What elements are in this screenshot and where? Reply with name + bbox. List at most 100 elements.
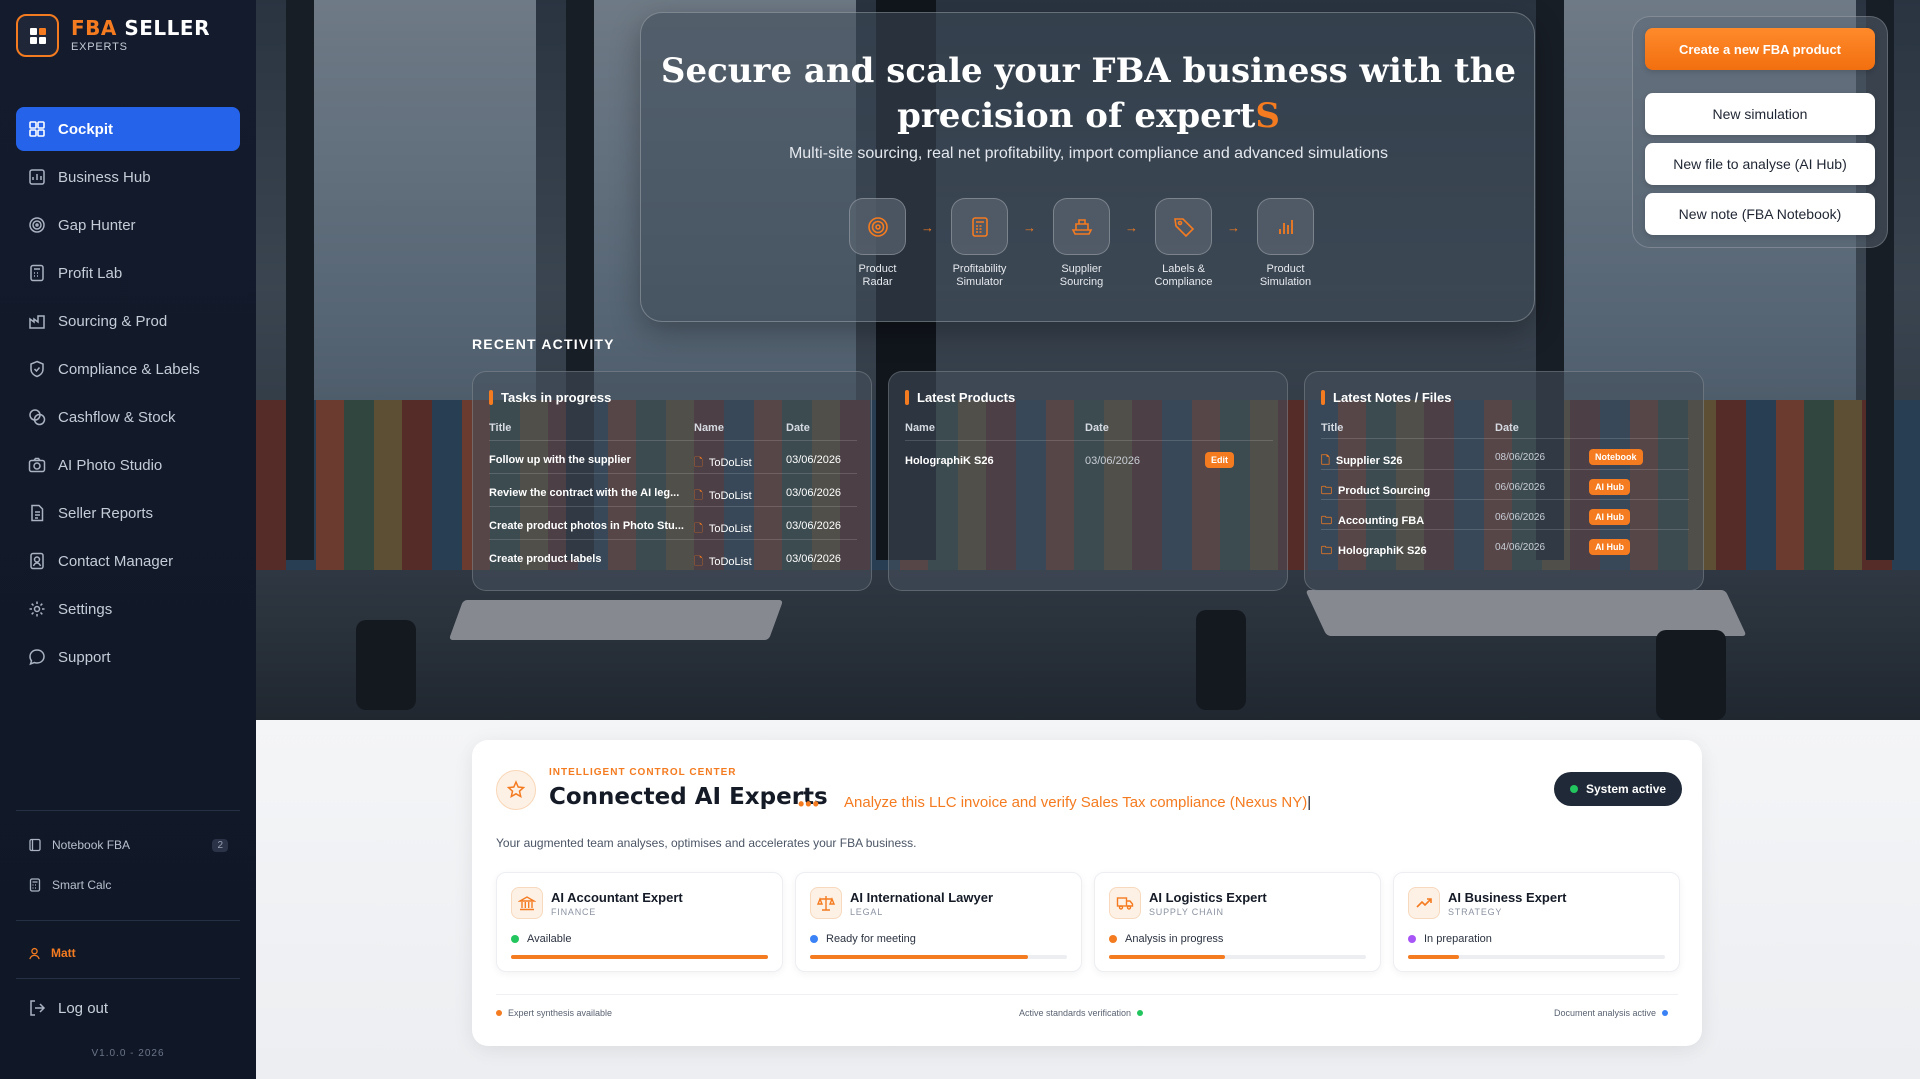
hero-title: Secure and scale your FBA business with … — [660, 51, 1517, 136]
notebook-link[interactable]: Notebook FBA 2 — [28, 838, 228, 852]
task-date: 03/06/2026 — [786, 553, 842, 565]
folder-icon: 🗀 — [1321, 485, 1332, 497]
hero-subtitle: Multi-site sourcing, real net profitabil… — [788, 145, 1389, 162]
new-simulation-button[interactable]: New simulation — [1645, 93, 1875, 135]
divider — [16, 810, 240, 811]
brand-logo[interactable]: FBA SELLER EXPERTS — [16, 14, 210, 57]
create-fba-product-button[interactable]: Create a new FBA product — [1645, 28, 1875, 70]
expert-role: LEGAL — [850, 907, 884, 917]
source-badge: AI Hub — [1589, 509, 1630, 525]
system-status-badge: System active — [1554, 772, 1683, 806]
nav-item-settings[interactable]: Settings — [16, 587, 240, 631]
expert-card-logistics[interactable]: AI Logistics Expert SUPPLY CHAIN Analysi… — [1094, 872, 1381, 972]
expert-status: Ready for meeting — [810, 933, 916, 945]
divider — [16, 978, 240, 979]
task-title: Create product labels — [489, 553, 602, 565]
expert-name: AI Business Expert — [1448, 890, 1567, 905]
notebook-count-badge: 2 — [212, 838, 228, 852]
nav-item-support[interactable]: Support — [16, 635, 240, 679]
nav-item-cashflow[interactable]: Cashflow & Stock — [16, 395, 240, 439]
smart-calc-label: Smart Calc — [52, 878, 112, 892]
notebook-icon — [29, 838, 41, 852]
note-date: 08/06/2026 — [1495, 452, 1546, 463]
expert-status: Analysis in progress — [1109, 933, 1223, 945]
tool-profitability-simulator[interactable]: Profitability Simulator → — [951, 198, 1036, 289]
nav-item-label: Cockpit — [58, 120, 114, 138]
panel-title: Latest Notes / Files — [1321, 390, 1451, 405]
trend-icon — [1408, 887, 1440, 919]
nav-item-label: Profit Lab — [58, 264, 123, 282]
tool-label: Labels & Compliance — [1154, 263, 1213, 288]
nav-item-business-hub[interactable]: Business Hub — [16, 155, 240, 199]
task-title: Create product photos in Photo Stu... — [489, 520, 684, 532]
nav-item-compliance[interactable]: Compliance & Labels — [16, 347, 240, 391]
tool-product-simulation[interactable]: Product Simulation — [1257, 198, 1314, 289]
source-badge: AI Hub — [1589, 539, 1630, 555]
logout-label: Log out — [58, 999, 109, 1017]
new-file-analyse-button[interactable]: New file to analyse (AI Hub) — [1645, 143, 1875, 185]
expert-status: Available — [511, 933, 571, 945]
task-date: 03/06/2026 — [786, 454, 842, 466]
expert-card-accountant[interactable]: AI Accountant Expert FINANCE Available — [496, 872, 783, 972]
expert-name: AI Accountant Expert — [551, 890, 683, 905]
source-badge: Notebook — [1589, 449, 1643, 465]
ai-experts-card: INTELLIGENT CONTROL CENTER Connected AI … — [472, 740, 1702, 1046]
ai-kicker: INTELLIGENT CONTROL CENTER — [549, 767, 737, 778]
folder-icon: 🗀 — [1321, 515, 1332, 527]
footer-status: Active standards verification — [1019, 1008, 1144, 1018]
file-icon: 🗋 — [694, 490, 703, 502]
user-profile[interactable]: Matt — [28, 946, 76, 960]
arrow-right-icon: → — [921, 220, 934, 235]
ai-title: Connected AI Experts — [549, 784, 828, 810]
smart-calc-link[interactable]: Smart Calc — [28, 878, 228, 892]
expert-card-business[interactable]: AI Business Expert STRATEGY In preparati… — [1393, 872, 1680, 972]
arrow-right-icon: → — [1125, 220, 1138, 235]
shield-check-icon — [30, 360, 44, 378]
expert-role: FINANCE — [551, 907, 597, 917]
nav-item-label: Gap Hunter — [58, 216, 136, 234]
panel-title: Tasks in progress — [489, 390, 611, 405]
new-note-button[interactable]: New note (FBA Notebook) — [1645, 193, 1875, 235]
footer-status: Expert synthesis available — [496, 1008, 612, 1018]
radar-icon — [867, 216, 888, 237]
bank-icon — [511, 887, 543, 919]
note-title: 🗀 HolographiK S26 — [1321, 545, 1427, 557]
camera-icon — [28, 457, 46, 473]
tool-labels-compliance[interactable]: Labels & Compliance → — [1154, 198, 1240, 289]
tool-supplier-sourcing[interactable]: Supplier Sourcing → — [1053, 198, 1138, 289]
typing-dots-icon: ••• — [798, 794, 820, 814]
calculator-icon — [29, 878, 41, 892]
user-icon — [29, 947, 40, 959]
expert-role: STRATEGY — [1448, 907, 1503, 917]
logout-button[interactable]: Log out — [28, 999, 108, 1017]
product-name: HolographiK S26 — [905, 455, 994, 467]
col-header: Name — [694, 422, 724, 434]
nav-item-cockpit[interactable]: Cockpit — [16, 107, 240, 151]
nav-item-seller-reports[interactable]: Seller Reports — [16, 491, 240, 535]
tool-product-radar[interactable]: Product Radar → — [849, 198, 934, 289]
task-name: 🗋 ToDoList — [694, 490, 752, 502]
tool-label: Supplier Sourcing — [1059, 263, 1104, 288]
nav-item-label: Settings — [58, 600, 113, 618]
task-title: Review the contract with the AI leg... — [489, 487, 680, 499]
nav-item-sourcing[interactable]: Sourcing & Prod — [16, 299, 240, 343]
scales-icon — [810, 887, 842, 919]
status-dot-icon — [1570, 785, 1578, 793]
expert-card-lawyer[interactable]: AI International Lawyer LEGAL Ready for … — [795, 872, 1082, 972]
nav-item-label: Business Hub — [58, 168, 151, 186]
ai-typing-prompt: Analyze this LLC invoice and verify Sale… — [844, 794, 1311, 811]
edit-button[interactable]: Edit — [1205, 452, 1234, 468]
grid-logo-icon — [16, 14, 59, 57]
tool-label: Product Simulation — [1259, 263, 1312, 288]
nav-item-label: AI Photo Studio — [58, 456, 163, 474]
document-icon — [31, 504, 44, 522]
nav-item-label: Compliance & Labels — [58, 360, 200, 378]
nav-item-gap-hunter[interactable]: Gap Hunter — [16, 203, 240, 247]
file-icon: 🗋 — [694, 523, 703, 535]
nav-item-photo-studio[interactable]: AI Photo Studio — [16, 443, 240, 487]
nav-item-profit-lab[interactable]: Profit Lab — [16, 251, 240, 295]
nav-item-contact-manager[interactable]: Contact Manager — [16, 539, 240, 583]
user-name: Matt — [51, 946, 76, 960]
file-icon: 🗋 — [694, 457, 703, 469]
task-title: Follow up with the supplier — [489, 454, 631, 466]
